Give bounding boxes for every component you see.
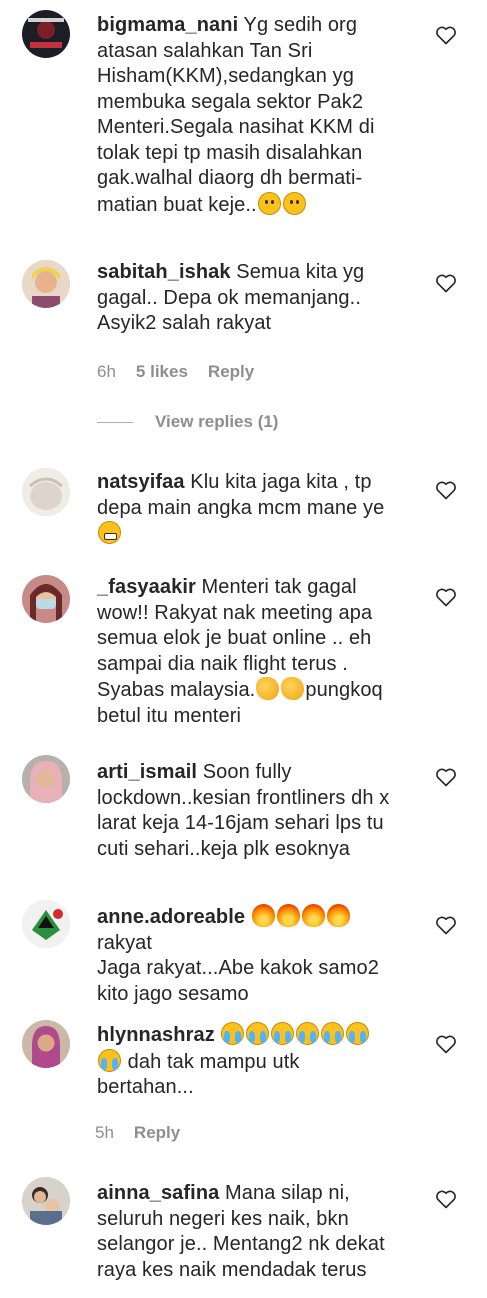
avatar[interactable] bbox=[22, 10, 70, 58]
fire-emoji-icon bbox=[251, 904, 275, 927]
fire-emoji-icon bbox=[326, 904, 350, 927]
comment-body: ainna_safina Mana silap ni, seluruh nege… bbox=[97, 1181, 402, 1283]
comment-text-continued: dah tak mampu utk bertahan... bbox=[97, 1050, 300, 1099]
avatar[interactable] bbox=[22, 1177, 70, 1225]
comment-body: anne.adoreable rakyat Jaga rakyat...Abe … bbox=[97, 904, 402, 1007]
avatar[interactable] bbox=[22, 755, 70, 803]
comment-text: Yg sedih org atasan salahkan Tan Sri His… bbox=[97, 14, 375, 216]
comment-text bbox=[215, 1024, 221, 1046]
comment-username[interactable]: _fasyaakir bbox=[97, 576, 196, 598]
comment-username[interactable]: hlynnashraz bbox=[97, 1024, 215, 1046]
comment-body: bigmama_nani Yg sedih org atasan salahka… bbox=[97, 13, 402, 218]
comment-body: sabitah_ishak Semua kita yg gagal.. Depa… bbox=[97, 260, 402, 337]
crying-face-emoji-icon bbox=[271, 1022, 295, 1045]
fire-emoji-icon bbox=[301, 904, 325, 927]
likes-count[interactable]: 5 likes bbox=[136, 362, 188, 381]
comment-username[interactable]: arti_ismail bbox=[97, 761, 197, 783]
view-replies-button[interactable]: View replies (1) bbox=[97, 411, 278, 433]
avatar[interactable] bbox=[22, 260, 70, 308]
avatar[interactable] bbox=[22, 468, 70, 516]
crying-face-emoji-icon bbox=[346, 1022, 370, 1045]
crying-face-emoji-icon bbox=[98, 1048, 121, 1072]
heart-outline-icon[interactable] bbox=[434, 1032, 458, 1056]
clapping-hands-emoji-icon bbox=[256, 677, 280, 700]
crying-face-emoji-icon bbox=[246, 1022, 270, 1045]
heart-outline-icon[interactable] bbox=[434, 585, 458, 609]
comment-time: 6h bbox=[97, 362, 116, 381]
comment-username[interactable]: ainna_safina bbox=[97, 1182, 219, 1204]
comment-meta: 6h 5 likes Reply bbox=[97, 361, 274, 383]
comment-body: arti_ismail Soon fully lockdown..kesian … bbox=[97, 760, 402, 862]
comment-username[interactable]: natsyifaa bbox=[97, 471, 185, 493]
comment-body: hlynnashraz dah tak mampu utk bertahan..… bbox=[97, 1022, 402, 1101]
heart-outline-icon[interactable] bbox=[434, 913, 458, 937]
comment-meta: 5h Reply bbox=[95, 1122, 200, 1144]
crying-face-emoji-icon bbox=[296, 1022, 320, 1045]
avatar[interactable] bbox=[22, 1020, 70, 1068]
heart-outline-icon[interactable] bbox=[434, 271, 458, 295]
heart-outline-icon[interactable] bbox=[434, 1187, 458, 1211]
crying-face-emoji-icon bbox=[221, 1022, 245, 1045]
comment-username[interactable]: anne.adoreable bbox=[97, 906, 245, 928]
worried-face-emoji-icon bbox=[282, 191, 306, 215]
heart-outline-icon[interactable] bbox=[434, 478, 458, 502]
heart-outline-icon[interactable] bbox=[434, 23, 458, 47]
comment-username[interactable]: bigmama_nani bbox=[97, 14, 238, 36]
divider-line bbox=[97, 422, 133, 424]
comment-body: _fasyaakir Menteri tak gagal wow!! Rakya… bbox=[97, 575, 402, 729]
grimacing-face-emoji-icon bbox=[98, 521, 121, 544]
crying-face-emoji-icon bbox=[321, 1022, 345, 1045]
comment-text bbox=[245, 906, 251, 928]
view-replies-label[interactable]: View replies (1) bbox=[155, 412, 278, 431]
avatar[interactable] bbox=[22, 575, 70, 623]
avatar[interactable] bbox=[22, 900, 70, 948]
clapping-hands-emoji-icon bbox=[281, 677, 305, 700]
reply-button[interactable]: Reply bbox=[208, 362, 254, 381]
fire-emoji-icon bbox=[276, 904, 300, 927]
comment-time: 5h bbox=[95, 1123, 114, 1142]
comment-text-continued: rakyat Jaga rakyat...Abe kakok samo2 kit… bbox=[97, 931, 379, 1005]
heart-outline-icon[interactable] bbox=[434, 765, 458, 789]
comment-body: natsyifaa Klu kita jaga kita , tp depa m… bbox=[97, 470, 402, 548]
reply-button[interactable]: Reply bbox=[134, 1123, 180, 1142]
worried-face-emoji-icon bbox=[257, 191, 281, 215]
comment-username[interactable]: sabitah_ishak bbox=[97, 261, 231, 283]
